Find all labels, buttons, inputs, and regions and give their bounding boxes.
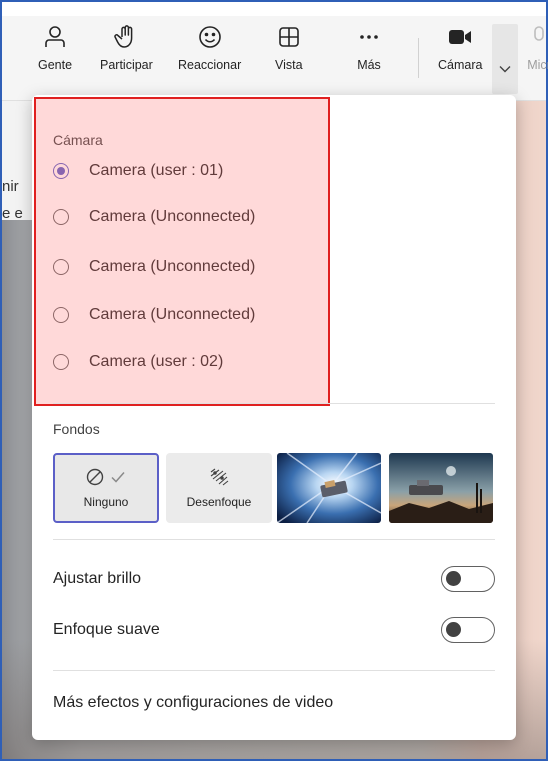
camera-option-label: Camera (user : 02) <box>89 353 224 370</box>
radio-icon[interactable] <box>53 307 69 323</box>
blur-icon <box>210 468 229 486</box>
people-button[interactable]: Gente <box>38 24 72 72</box>
camera-options-button[interactable] <box>492 24 518 94</box>
prohibited-icon <box>86 468 104 486</box>
camera-label: Cámara <box>438 58 483 72</box>
camera-option[interactable]: Camera (Unconnected) <box>53 202 255 232</box>
grid-icon <box>278 27 299 47</box>
people-icon <box>45 26 65 47</box>
radio-icon[interactable] <box>53 354 69 370</box>
meeting-toolbar: Gente Participar Reaccionar Vista Más Cá… <box>2 2 548 101</box>
backgrounds-section-title: Fondos <box>53 421 100 437</box>
background-space-image-1[interactable] <box>277 453 381 523</box>
raise-hand-button[interactable]: Participar <box>100 24 153 72</box>
brightness-label: Ajustar brillo <box>53 570 142 587</box>
divider <box>53 539 495 540</box>
react-button[interactable]: Reaccionar <box>178 24 241 72</box>
camera-option-label: Camera (Unconnected) <box>89 258 256 275</box>
smiley-icon <box>198 26 221 48</box>
camera-section-title: Cámara <box>53 132 103 148</box>
background-none-tile[interactable]: Ninguno <box>53 453 159 523</box>
divider <box>53 403 495 404</box>
background-text-line: e e <box>2 205 23 222</box>
radio-icon[interactable] <box>53 259 69 275</box>
camera-option-label: Camera (Unconnected) <box>89 306 256 323</box>
divider <box>53 670 495 671</box>
view-label: Vista <box>275 58 303 72</box>
react-label: Reaccionar <box>178 58 242 72</box>
background-blur-tile[interactable]: Desenfoque <box>166 453 272 523</box>
space-thumbnail-1 <box>277 453 381 523</box>
space-thumbnail-2 <box>389 453 493 523</box>
microphone-icon <box>534 26 544 41</box>
video-camera-icon <box>449 30 472 44</box>
radio-icon[interactable] <box>53 209 69 225</box>
checkmark-icon <box>111 472 125 483</box>
more-button[interactable]: Más <box>356 24 382 72</box>
more-icon <box>360 35 378 39</box>
background-none-label: Ninguno <box>83 495 129 509</box>
more-video-effects-link[interactable]: Más efectos y configuraciones de video <box>53 694 333 712</box>
background-text-line: nir <box>2 178 19 195</box>
camera-option[interactable]: Camera (Unconnected) <box>53 300 255 330</box>
camera-option[interactable]: Camera (Unconnected) <box>53 252 255 282</box>
chevron-down-icon <box>499 66 511 73</box>
camera-option[interactable]: Camera (user : 02) <box>53 347 223 377</box>
soft-focus-setting: Enfoque suave <box>53 614 495 646</box>
camera-option-label: Camera (Unconnected) <box>89 208 256 225</box>
people-label: Gente <box>38 58 73 72</box>
more-label: Más <box>357 58 381 72</box>
background-space-image-2[interactable] <box>389 453 493 523</box>
brightness-setting: Ajustar brillo <box>53 563 495 595</box>
background-blur-label: Desenfoque <box>186 495 252 509</box>
hand-icon <box>114 25 133 48</box>
camera-option[interactable]: Camera (user : 01) <box>53 156 223 186</box>
raise-hand-label: Participar <box>100 58 153 72</box>
soft-focus-toggle[interactable] <box>441 617 495 643</box>
soft-focus-label: Enfoque suave <box>53 621 160 638</box>
microphone-label: Micr <box>527 58 548 72</box>
view-button[interactable]: Vista <box>275 24 303 72</box>
brightness-toggle[interactable] <box>441 566 495 592</box>
microphone-button[interactable]: Micr <box>526 24 548 72</box>
toolbar-divider <box>418 38 419 78</box>
radio-selected-icon[interactable] <box>53 163 69 179</box>
camera-button[interactable]: Cámara <box>438 24 482 72</box>
camera-option-label: Camera (user : 01) <box>89 162 224 179</box>
